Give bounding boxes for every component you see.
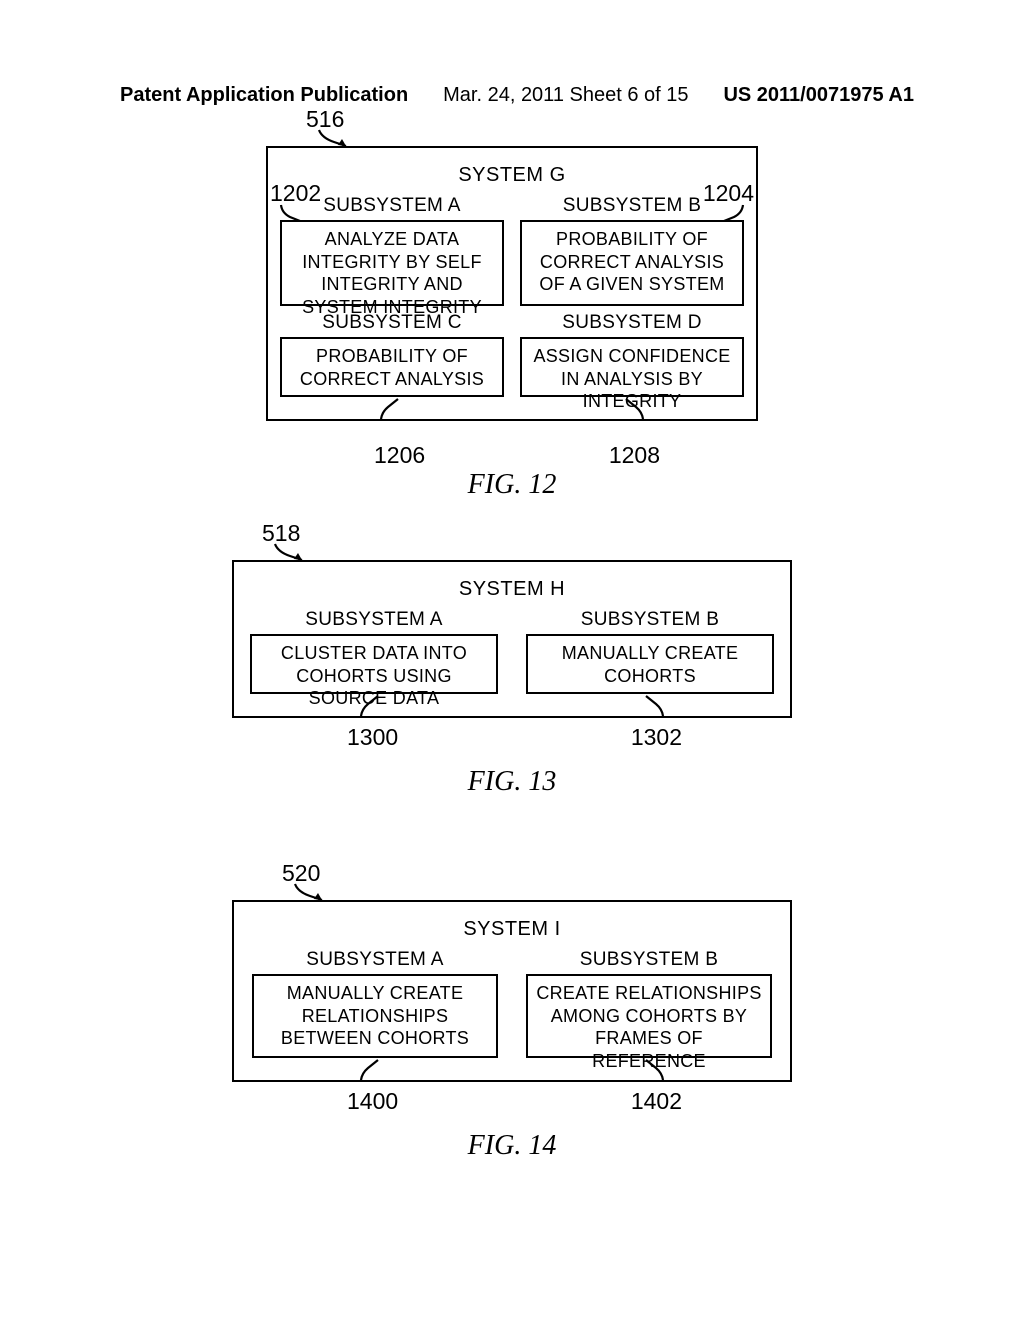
subsystem-d-col: SUBSYSTEM D ASSIGN CONFIDENCE IN ANALYSI…	[520, 312, 744, 397]
ref-1302: 1302	[631, 724, 682, 751]
subsystem-a-col: SUBSYSTEM A MANUALLY CREATE RELATIONSHIP…	[252, 949, 498, 1058]
header-sheet: Mar. 24, 2011 Sheet 6 of 15	[443, 84, 688, 107]
ref-516: 516	[306, 106, 344, 133]
subsystem-d-box: ASSIGN CONFIDENCE IN ANALYSIS BY INTEGRI…	[520, 337, 744, 397]
ref-1202: 1202	[270, 180, 321, 207]
subsystem-a-box: ANALYZE DATA INTEGRITY BY SELF INTEGRITY…	[280, 220, 504, 306]
ref-1206: 1206	[374, 442, 425, 469]
subsystem-b-col: SUBSYSTEM B MANUALLY CREATE COHORTS	[526, 609, 774, 694]
subsystem-a-box: MANUALLY CREATE RELATIONSHIPS BETWEEN CO…	[252, 974, 498, 1058]
subsystem-b-header: SUBSYSTEM B	[580, 949, 718, 971]
subsystem-a-header: SUBSYSTEM A	[306, 949, 443, 971]
ref-1208: 1208	[609, 442, 660, 469]
system-h-box: SYSTEM H SUBSYSTEM A CLUSTER DATA INTO C…	[232, 560, 792, 718]
header-pubnum: US 2011/0071975 A1	[723, 84, 914, 107]
leader-hook-icon	[378, 397, 406, 421]
ref-518: 518	[262, 520, 300, 547]
subsystem-a-header: SUBSYSTEM A	[323, 195, 460, 217]
subsystem-d-header: SUBSYSTEM D	[562, 312, 702, 334]
subsystem-b-header: SUBSYSTEM B	[581, 609, 719, 631]
fig14-caption: FIG. 14	[232, 1130, 792, 1162]
subsystem-b-box: PROBABILITY OF CORRECT ANALYSIS OF A GIV…	[520, 220, 744, 306]
system-g-box: SYSTEM G 1202 1204 SUBSYSTEM A ANALYZE D…	[266, 146, 758, 421]
leader-hook-icon	[638, 694, 666, 718]
header-publication: Patent Application Publication	[120, 84, 408, 107]
subsystem-b-box: CREATE RELATIONSHIPS AMONG COHORTS BY FR…	[526, 974, 772, 1058]
subsystem-b-box: MANUALLY CREATE COHORTS	[526, 634, 774, 694]
system-i-title: SYSTEM I	[248, 918, 776, 941]
page-header: Patent Application Publication Mar. 24, …	[0, 84, 1024, 107]
fig12-caption: FIG. 12	[266, 469, 758, 501]
figure-14: 520 SYSTEM I SUBSYSTEM A MANUALLY CREATE…	[232, 900, 792, 1162]
subsystem-b-col: SUBSYSTEM B PROBABILITY OF CORRECT ANALY…	[520, 195, 744, 306]
subsystem-c-col: SUBSYSTEM C PROBABILITY OF CORRECT ANALY…	[280, 312, 504, 397]
ref-1300: 1300	[347, 724, 398, 751]
system-i-box: SYSTEM I SUBSYSTEM A MANUALLY CREATE REL…	[232, 900, 792, 1082]
subsystem-a-box: CLUSTER DATA INTO COHORTS USING SOURCE D…	[250, 634, 498, 694]
subsystem-c-header: SUBSYSTEM C	[322, 312, 462, 334]
figure-12: 516 SYSTEM G 1202 1204 SUBSYSTEM A ANALY…	[266, 146, 758, 501]
subsystem-b-col: SUBSYSTEM B CREATE RELATIONSHIPS AMONG C…	[526, 949, 772, 1058]
fig13-caption: FIG. 13	[232, 766, 792, 798]
subsystem-c-box: PROBABILITY OF CORRECT ANALYSIS	[280, 337, 504, 397]
system-h-title: SYSTEM H	[248, 578, 776, 601]
leader-hook-icon	[358, 1058, 386, 1082]
subsystem-a-col: SUBSYSTEM A CLUSTER DATA INTO COHORTS US…	[250, 609, 498, 694]
subsystem-a-col: SUBSYSTEM A ANALYZE DATA INTEGRITY BY SE…	[280, 195, 504, 306]
figure-13: 518 SYSTEM H SUBSYSTEM A CLUSTER DATA IN…	[232, 560, 792, 798]
ref-1204: 1204	[703, 180, 754, 207]
ref-1400: 1400	[347, 1088, 398, 1115]
ref-520: 520	[282, 860, 320, 887]
subsystem-a-header: SUBSYSTEM A	[305, 609, 442, 631]
subsystem-b-header: SUBSYSTEM B	[563, 195, 701, 217]
ref-1402: 1402	[631, 1088, 682, 1115]
system-g-title: SYSTEM G	[282, 164, 742, 187]
